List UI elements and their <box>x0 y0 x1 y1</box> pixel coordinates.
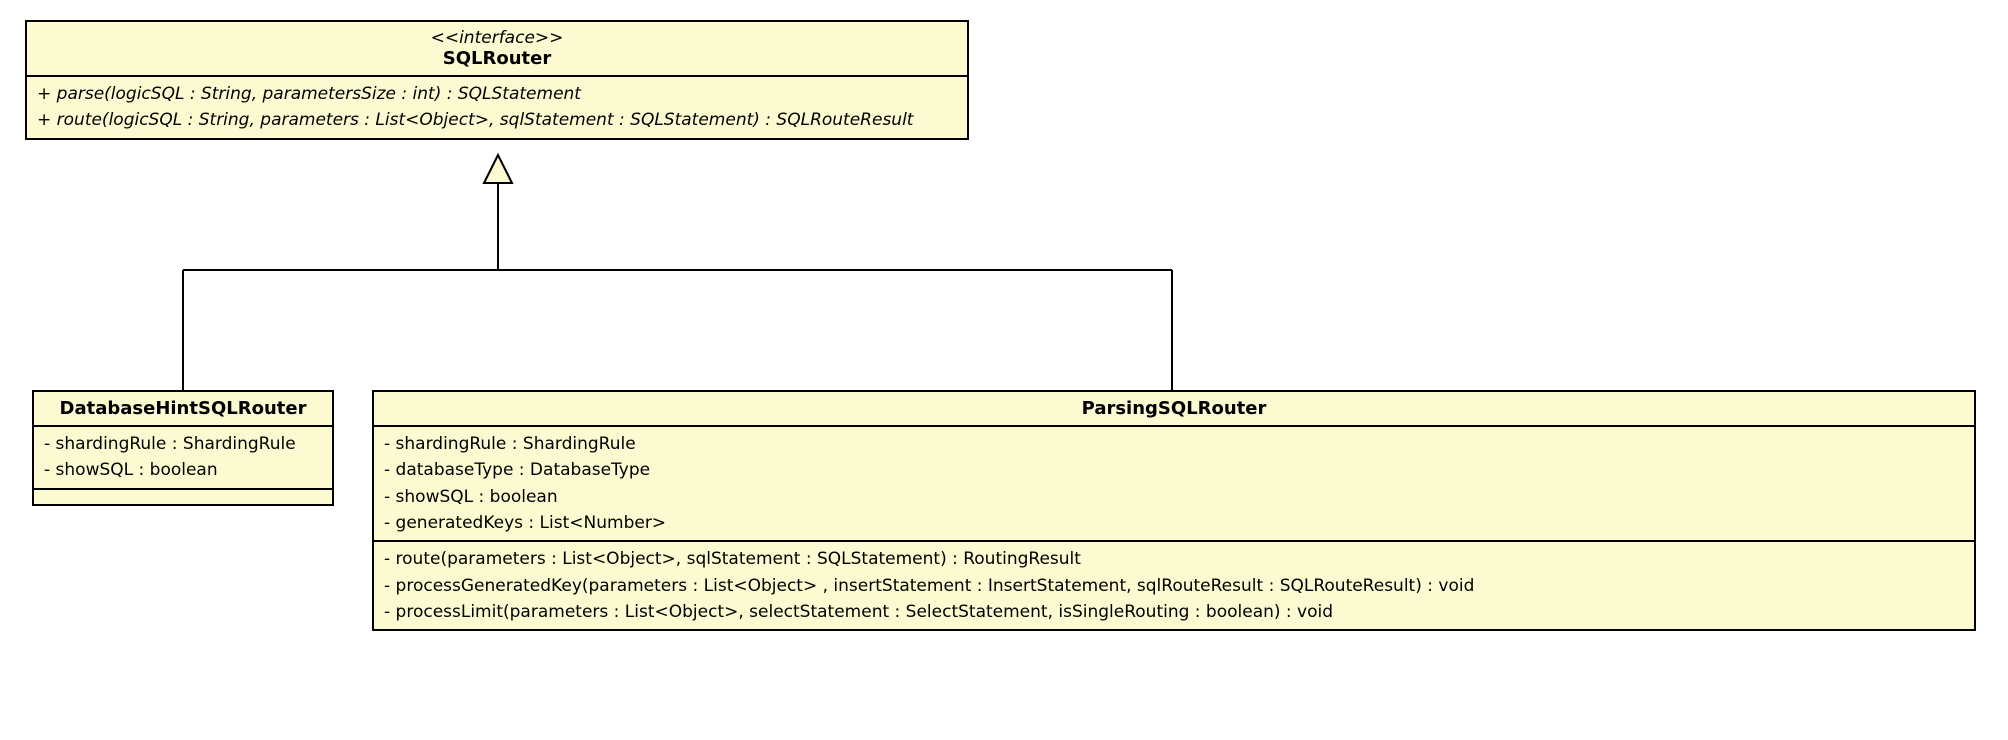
operation: - route(parameters : List<Object>, sqlSt… <box>384 546 1964 572</box>
operation: - processLimit(parameters : List<Object>… <box>384 599 1964 625</box>
operations-section <box>34 490 332 504</box>
class-header: DatabaseHintSQLRouter <box>34 392 332 427</box>
class-header: ParsingSQLRouter <box>374 392 1974 427</box>
realization-arrow-icon <box>484 155 512 183</box>
class-name: DatabaseHintSQLRouter <box>44 398 322 419</box>
attribute: - showSQL : boolean <box>44 457 322 483</box>
operation: + parse(logicSQL : String, parametersSiz… <box>37 81 957 107</box>
attribute: - generatedKeys : List<Number> <box>384 510 1964 536</box>
operations-section: - route(parameters : List<Object>, sqlSt… <box>374 542 1974 629</box>
uml-class-sqlrouter: <<interface>> SQLRouter + parse(logicSQL… <box>25 20 969 140</box>
class-header: <<interface>> SQLRouter <box>27 22 967 77</box>
operations-section: + parse(logicSQL : String, parametersSiz… <box>27 77 967 138</box>
attributes-section: - shardingRule : ShardingRule - showSQL … <box>34 427 332 490</box>
stereotype: <<interface>> <box>37 28 957 48</box>
attributes-section: - shardingRule : ShardingRule - database… <box>374 427 1974 542</box>
attribute: - databaseType : DatabaseType <box>384 457 1964 483</box>
class-name: ParsingSQLRouter <box>384 398 1964 419</box>
uml-class-databasehintsqlrouter: DatabaseHintSQLRouter - shardingRule : S… <box>32 390 334 506</box>
attribute: - shardingRule : ShardingRule <box>44 431 322 457</box>
uml-class-parsingsqlrouter: ParsingSQLRouter - shardingRule : Shardi… <box>372 390 1976 631</box>
operation: - processGeneratedKey(parameters : List<… <box>384 573 1964 599</box>
operation: + route(logicSQL : String, parameters : … <box>37 107 957 133</box>
attribute: - shardingRule : ShardingRule <box>384 431 1964 457</box>
class-name: SQLRouter <box>37 48 957 69</box>
attribute: - showSQL : boolean <box>384 484 1964 510</box>
